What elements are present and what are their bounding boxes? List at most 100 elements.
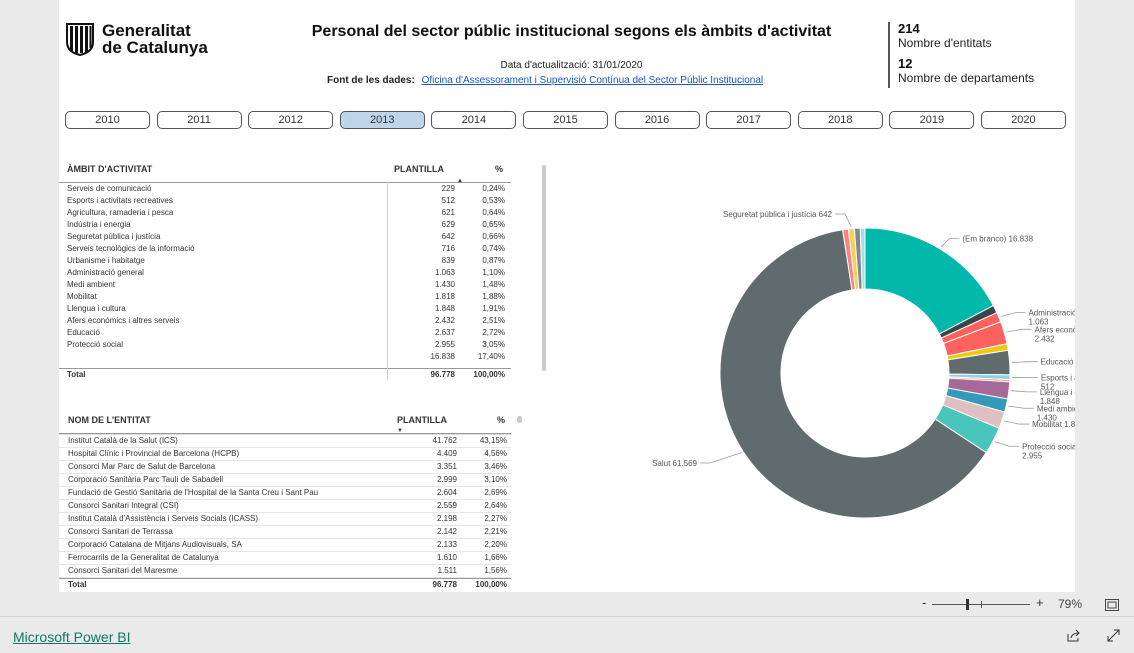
- row-label: Hospital Clínic i Provincial de Barcelon…: [68, 448, 239, 460]
- row-percent: 0,24%: [482, 183, 505, 195]
- column-header-staff[interactable]: PLANTILLA: [394, 164, 444, 174]
- entity-table-scrollbar[interactable]: [517, 416, 522, 423]
- fullscreen-icon[interactable]: [1107, 629, 1120, 647]
- table-row[interactable]: Esports i activitats recreatives5120,53%: [59, 195, 511, 207]
- year-button-2020[interactable]: 2020: [981, 111, 1066, 129]
- row-staff: 1.818: [435, 291, 455, 303]
- row-percent: 43,15%: [480, 435, 507, 447]
- report-canvas: Generalitat de Catalunya Personal del se…: [59, 0, 1075, 592]
- data-label: Administració general: [1028, 309, 1075, 318]
- row-label: Medi ambient: [67, 279, 115, 291]
- year-button-2017[interactable]: 2017: [706, 111, 791, 129]
- row-staff: 2.955: [435, 339, 455, 351]
- table-row[interactable]: Serveis tecnològics de la informació7160…: [59, 243, 511, 255]
- column-header-staff[interactable]: PLANTILLA: [397, 415, 447, 425]
- entity-table-total: Total 96.778 100,00%: [59, 578, 511, 591]
- table-row[interactable]: Consorci Sanitari de Terrassa2.1422,21%: [59, 526, 511, 539]
- power-bi-link[interactable]: Microsoft Power BI: [13, 629, 130, 645]
- table-row[interactable]: 16.83817,40%: [59, 351, 511, 363]
- table-row[interactable]: Consorci Mar Parc de Salut de Barcelona3…: [59, 461, 511, 474]
- table-row[interactable]: Mobilitat1.8181,88%: [59, 291, 511, 303]
- row-label: Consorci Sanitari del Maresme: [68, 565, 177, 577]
- row-label: Consorci Sanitari de Terrassa: [68, 526, 173, 538]
- table-row[interactable]: Consorci Sanitari del Maresme1.5111,56%: [59, 565, 511, 578]
- row-label: Consorci Sanitari Integral (CSI): [68, 500, 179, 512]
- row-label: Consorci Mar Parc de Salut de Barcelona: [68, 461, 215, 473]
- row-label: Corporació Sanitària Parc Taulí de Sabad…: [68, 474, 223, 486]
- row-label: Urbanisme i habitatge: [67, 255, 145, 267]
- year-button-2013[interactable]: 2013: [340, 111, 425, 129]
- column-header-percent[interactable]: %: [497, 415, 505, 425]
- row-staff: 2.999: [437, 474, 457, 486]
- leader-line: [1004, 421, 1029, 424]
- year-button-2011[interactable]: 2011: [157, 111, 242, 129]
- table-row[interactable]: Medi ambient1.4301,48%: [59, 279, 511, 291]
- zoom-out-button[interactable]: -: [922, 595, 926, 610]
- data-label: Esports i activitats ...: [1041, 374, 1075, 383]
- row-staff: 629: [442, 219, 455, 231]
- year-button-2018[interactable]: 2018: [798, 111, 883, 129]
- year-button-2012[interactable]: 2012: [248, 111, 333, 129]
- table-row[interactable]: Urbanisme i habitatge8390,87%: [59, 255, 511, 267]
- data-label: (Em branco) 16.838: [962, 235, 1033, 244]
- row-percent: 1,10%: [482, 267, 505, 279]
- leader-line: [1011, 391, 1037, 392]
- table-row[interactable]: Institut Català de la Salut (ICS)41.7624…: [59, 435, 511, 448]
- row-percent: 1,91%: [482, 303, 505, 315]
- row-label: Fundació de Gestió Sanitària de l'Hospit…: [68, 487, 318, 499]
- table-row[interactable]: Ferrocarrils de la Generalitat de Catalu…: [59, 552, 511, 565]
- table-row[interactable]: Administració general1.0631,10%: [59, 267, 511, 279]
- data-source-link[interactable]: Oficina d'Assessorament i Supervisió Con…: [422, 75, 764, 86]
- zoom-in-button[interactable]: +: [1036, 595, 1044, 610]
- row-staff: 1.430: [435, 279, 455, 291]
- row-percent: 2,69%: [484, 487, 507, 499]
- report-title: Personal del sector públic institucional…: [304, 23, 839, 41]
- table-row[interactable]: Indústria i energia6290,65%: [59, 219, 511, 231]
- row-staff: 2.604: [437, 487, 457, 499]
- fit-to-page-icon[interactable]: [1105, 598, 1119, 616]
- table-row[interactable]: Institut Català d'Assistència i Serveis …: [59, 513, 511, 526]
- row-percent: 2,64%: [484, 500, 507, 512]
- departments-count: 12: [898, 57, 1034, 71]
- row-label: Agricultura, ramaderia i pesca: [67, 207, 173, 219]
- share-icon[interactable]: [1067, 629, 1081, 647]
- activity-table-header: ÀMBIT D'ACTIVITAT PLANTILLA ▲ %: [59, 160, 511, 183]
- row-staff: 839: [442, 255, 455, 267]
- table-row[interactable]: Educació2.6372,72%: [59, 327, 511, 339]
- table-row[interactable]: Consorci Sanitari Integral (CSI)2.5592,6…: [59, 500, 511, 513]
- table-row[interactable]: Protecció social2.9553,05%: [59, 339, 511, 351]
- table-row[interactable]: Corporació Sanitària Parc Taulí de Sabad…: [59, 474, 511, 487]
- year-button-2014[interactable]: 2014: [431, 111, 516, 129]
- table-row[interactable]: Hospital Clínic i Provincial de Barcelon…: [59, 448, 511, 461]
- year-button-2010[interactable]: 2010: [65, 111, 150, 129]
- table-row[interactable]: Serveis de comunicació2290,24%: [59, 183, 511, 195]
- activity-table-scrollbar[interactable]: [542, 165, 546, 371]
- row-percent: 2,51%: [482, 315, 505, 327]
- column-header-activity[interactable]: ÀMBIT D'ACTIVITAT: [67, 164, 152, 174]
- row-staff: 642: [442, 231, 455, 243]
- row-percent: 0,53%: [482, 195, 505, 207]
- row-label: Institut Català d'Assistència i Serveis …: [68, 513, 258, 525]
- column-header-percent[interactable]: %: [495, 164, 503, 174]
- table-row[interactable]: Agricultura, ramaderia i pesca6210,64%: [59, 207, 511, 219]
- year-button-2016[interactable]: 2016: [615, 111, 700, 129]
- table-row[interactable]: Afers econòmics i altres serveis2.4322,5…: [59, 315, 511, 327]
- table-row[interactable]: Seguretat pública i justícia6420,66%: [59, 231, 511, 243]
- entity-table: NOM DE L'ENTITAT PLANTILLA ▼ % Institut …: [59, 411, 511, 591]
- zoom-slider[interactable]: [932, 604, 1030, 605]
- row-percent: 1,88%: [482, 291, 505, 303]
- leader-line: [700, 453, 741, 463]
- table-row[interactable]: Corporació Catalana de Mitjans Audiovisu…: [59, 539, 511, 552]
- row-label: Serveis de comunicació: [67, 183, 151, 195]
- table-row[interactable]: Llengua i cultura1.8481,91%: [59, 303, 511, 315]
- column-header-entity[interactable]: NOM DE L'ENTITAT: [68, 415, 151, 425]
- year-button-2015[interactable]: 2015: [523, 111, 608, 129]
- row-label: Institut Català de la Salut (ICS): [68, 435, 178, 447]
- total-percent: 100,00%: [475, 579, 507, 591]
- row-staff: 1.848: [435, 303, 455, 315]
- zoom-slider-thumb[interactable]: [966, 599, 969, 610]
- table-row[interactable]: Fundació de Gestió Sanitària de l'Hospit…: [59, 487, 511, 500]
- year-button-2019[interactable]: 2019: [889, 111, 974, 129]
- zoom-bar: - + 79%: [0, 592, 1134, 616]
- row-label: Indústria i energia: [67, 219, 131, 231]
